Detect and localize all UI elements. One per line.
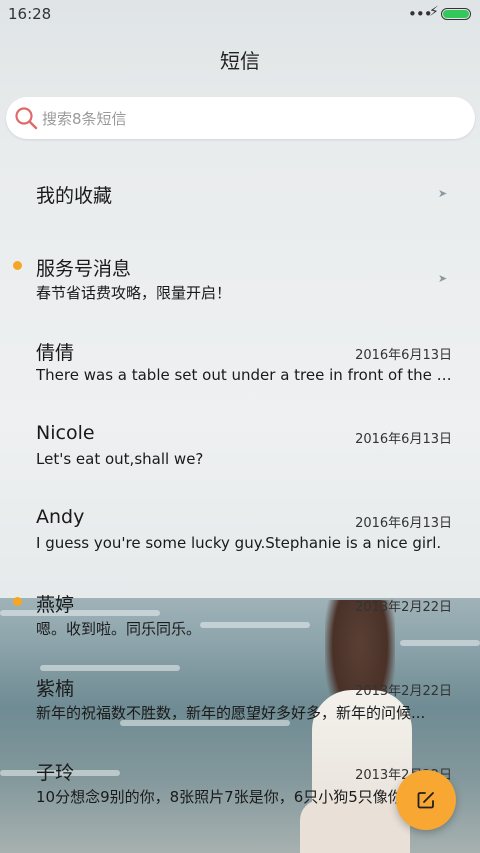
conversation-name: 燕婷 xyxy=(36,594,75,616)
conversation-item[interactable]: 燕婷 2013年2月22日 嗯。收到啦。同乐同乐。 xyxy=(0,570,480,654)
status-bar: 16:28 ••• ⚡ xyxy=(0,0,480,28)
unread-dot xyxy=(13,597,22,606)
conversation-name: 紫楠 xyxy=(36,678,75,700)
page-title: 短信 xyxy=(220,49,260,73)
compose-button[interactable] xyxy=(396,770,456,830)
chevron-right-icon: ➤ xyxy=(438,187,448,200)
conversation-item[interactable]: 倩倩 2016年6月13日 There was a table set out … xyxy=(0,318,480,402)
conversation-name: 倩倩 xyxy=(36,342,75,364)
search-icon xyxy=(15,107,38,130)
conversation-name: Nicole xyxy=(36,422,95,444)
conversation-date: 2016年6月13日 xyxy=(355,516,452,531)
conversation-item[interactable]: Nicole 2016年6月13日 Let's eat out,shall we… xyxy=(0,402,480,486)
status-time: 16:28 xyxy=(8,5,52,23)
conversation-date: 2016年6月13日 xyxy=(355,348,452,363)
conversation-item[interactable]: 紫楠 2013年2月22日 新年的祝福数不胜数，新年的愿望好多好多，新年的问候.… xyxy=(0,654,480,738)
conversation-preview: Let's eat out,shall we? xyxy=(36,450,204,468)
conversation-date: 2016年6月13日 xyxy=(355,432,452,447)
conversation-service[interactable]: 服务号消息 ➤ 春节省话费攻略，限量开启！ xyxy=(0,234,480,318)
unread-dot xyxy=(13,261,22,270)
signal-icon: ••• xyxy=(408,5,433,23)
search-bar[interactable]: 搜索8条短信 xyxy=(6,97,475,139)
search-input[interactable]: 搜索8条短信 xyxy=(42,108,127,129)
conversation-preview: I guess you're some lucky guy.Stephanie … xyxy=(36,534,442,552)
conversation-date: 2013年2月22日 xyxy=(355,600,452,615)
conversation-favorites[interactable]: 我的收藏 ➤ xyxy=(0,150,480,234)
charging-icon: ⚡ xyxy=(429,4,439,20)
conversation-name: Andy xyxy=(36,506,85,528)
compose-icon xyxy=(417,792,434,809)
conversation-item[interactable]: Andy 2016年6月13日 I guess you're some luck… xyxy=(0,486,480,570)
battery-icon xyxy=(441,8,471,20)
conversation-name: 子玲 xyxy=(36,762,75,784)
conversation-preview: 新年的祝福数不胜数，新年的愿望好多好多，新年的问候... xyxy=(36,704,426,722)
conversation-name: 服务号消息 xyxy=(36,258,132,280)
conversation-preview: 嗯。收到啦。同乐同乐。 xyxy=(36,620,202,638)
conversation-date: 2013年2月22日 xyxy=(355,684,452,699)
conversation-preview: There was a table set out under a tree i… xyxy=(36,366,456,384)
conversation-preview: 10分想念9别的你，8张照片7张是你，6只小狗5只像你 xyxy=(36,788,403,806)
conversation-name: 我的收藏 xyxy=(36,185,113,207)
conversation-preview: 春节省话费攻略，限量开启！ xyxy=(36,284,232,302)
